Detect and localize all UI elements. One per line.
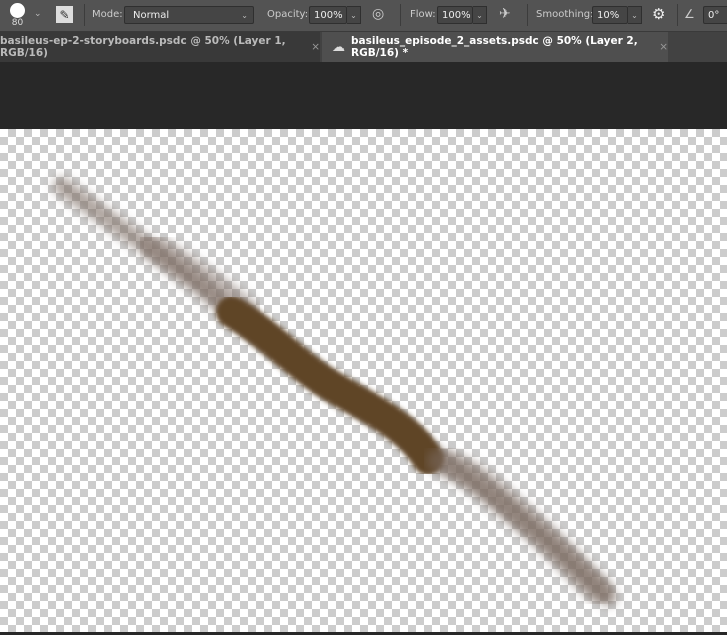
- brush-preset-picker[interactable]: 80: [10, 3, 25, 28]
- brush-tip-icon: [10, 3, 25, 18]
- tab-label: basileus-ep-2-storyboards.psdc @ 50% (La…: [0, 35, 286, 59]
- smoothing-value: 10%: [597, 9, 620, 21]
- opacity-dropdown[interactable]: ⌄: [347, 6, 361, 24]
- flow-label: Flow:: [410, 9, 436, 20]
- mode-label: Mode:: [92, 9, 123, 20]
- close-icon[interactable]: ×: [311, 41, 320, 53]
- stroke-core: [216, 296, 444, 475]
- smoothing-label: Smoothing:: [536, 9, 594, 20]
- brush-size: 80: [11, 18, 24, 28]
- brush-stroke: [53, 177, 617, 606]
- smoothing-dropdown[interactable]: ⌄: [628, 6, 642, 24]
- flow-input[interactable]: 100%: [437, 6, 473, 24]
- airbrush-icon[interactable]: ✈: [499, 6, 511, 22]
- document-canvas[interactable]: [0, 129, 727, 632]
- canvas-pasteboard: [0, 62, 727, 129]
- chevron-down-icon: ⌄: [241, 10, 248, 20]
- chevron-down-icon[interactable]: ⌄: [34, 9, 42, 19]
- flow-dropdown[interactable]: ⌄: [473, 6, 487, 24]
- mode-value: Normal: [133, 9, 170, 21]
- cloud-icon: ☁: [332, 39, 345, 55]
- tab-assets[interactable]: ☁ basileus_episode_2_assets.psdc @ 50% (L…: [322, 32, 668, 62]
- options-bar: 80 ⌄ ✎ Mode: Normal ⌄ Opacity: 100% ⌄ ◎ Fl…: [0, 0, 727, 32]
- flow-value: 100%: [442, 9, 471, 21]
- opacity-label: Opacity:: [267, 9, 309, 20]
- close-icon[interactable]: ×: [659, 41, 668, 53]
- opacity-value: 100%: [314, 9, 343, 21]
- pressure-opacity-icon[interactable]: ◎: [372, 6, 384, 22]
- smoothing-input[interactable]: 10%: [592, 6, 628, 24]
- tab-storyboards[interactable]: basileus-ep-2-storyboards.psdc @ 50% (La…: [0, 32, 320, 62]
- angle-input[interactable]: 0°: [703, 6, 727, 24]
- stroke-tail: [427, 448, 613, 604]
- brush-settings-icon[interactable]: ✎: [56, 6, 73, 23]
- gear-icon[interactable]: ⚙: [652, 5, 665, 23]
- angle-value: 0°: [708, 9, 720, 21]
- opacity-input[interactable]: 100%: [309, 6, 347, 24]
- mode-select[interactable]: Normal ⌄: [124, 6, 254, 24]
- angle-icon: ∠: [684, 7, 695, 21]
- document-tabs: basileus-ep-2-storyboards.psdc @ 50% (La…: [0, 32, 727, 62]
- tab-label: basileus_episode_2_assets.psdc @ 50% (La…: [351, 35, 638, 59]
